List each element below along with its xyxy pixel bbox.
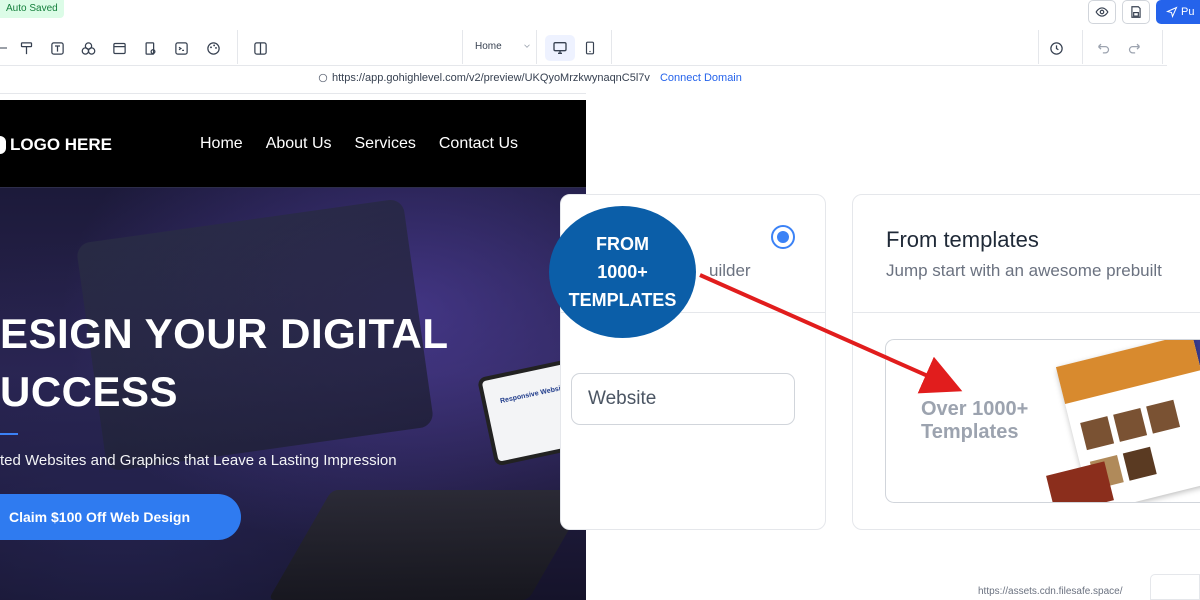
badge-line: FROM [596,234,649,254]
corner-widget[interactable] [1150,574,1200,600]
templates-badge: FROM 1000+ TEMPLATES [549,206,696,338]
badge-line: TEMPLATES [568,290,677,310]
badge-line: 1000+ [597,262,648,282]
status-url: https://assets.cdn.filesafe.space/ [978,586,1123,597]
